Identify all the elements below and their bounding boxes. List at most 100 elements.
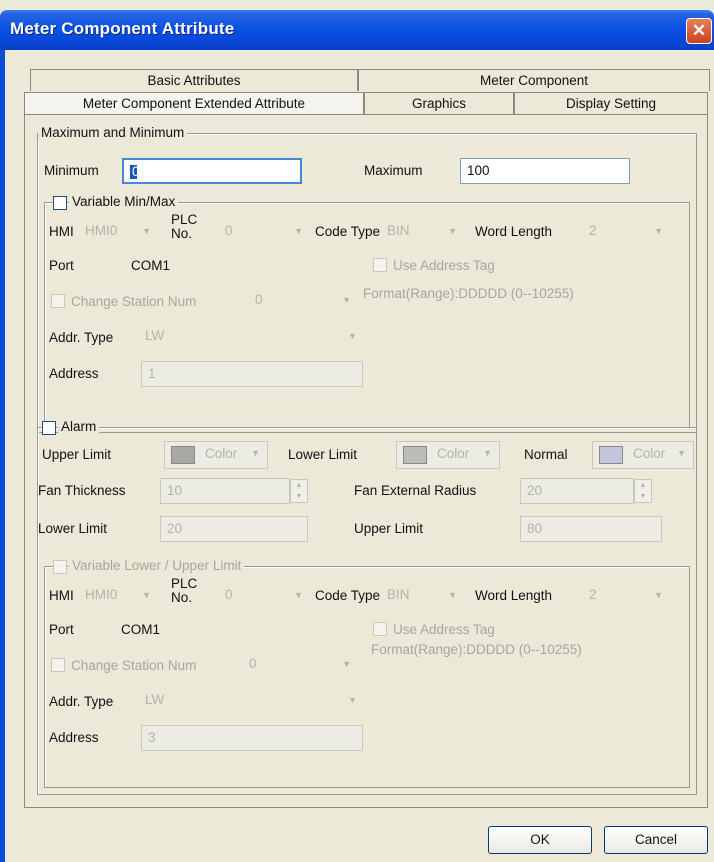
variable-minmax-checkbox[interactable]: [53, 196, 67, 210]
address-input[interactable]: 1: [141, 361, 363, 387]
tab-row-back: Basic Attributes Meter Component: [30, 69, 710, 91]
chevron-down-icon: ▼: [654, 590, 663, 600]
minimum-input[interactable]: 0: [122, 158, 302, 184]
address-input[interactable]: 3: [141, 725, 363, 751]
tab-meter-component-extended[interactable]: Meter Component Extended Attribute: [24, 92, 364, 114]
addr-type-select[interactable]: LW ▼: [141, 689, 363, 713]
port-label: Port: [49, 622, 74, 637]
code-type-select[interactable]: BIN ▼: [383, 584, 463, 608]
title-bar[interactable]: Meter Component Attribute ✕: [0, 10, 714, 50]
tab-graphics[interactable]: Graphics: [364, 92, 514, 114]
alarm-group: Alarm Upper Limit Color ▼ Lower Limit Co…: [37, 419, 697, 795]
addr-type-label: Addr. Type: [49, 694, 114, 709]
cancel-button[interactable]: Cancel: [604, 826, 708, 854]
change-station-checkbox[interactable]: [51, 294, 65, 308]
hmi-label: HMI: [49, 224, 74, 239]
station-select[interactable]: 0 ▼: [251, 289, 357, 313]
chevron-down-icon: ▼: [348, 695, 357, 705]
normal-color-label: Normal: [524, 447, 568, 462]
hmi-label: HMI: [49, 588, 74, 603]
normal-color-button[interactable]: Color ▼: [592, 441, 694, 469]
chevron-down-icon: ▼: [654, 226, 663, 236]
port-value: COM1: [121, 622, 161, 637]
port-label: Port: [49, 258, 74, 273]
word-length-label: Word Length: [475, 224, 553, 239]
tab-meter-component[interactable]: Meter Component: [358, 69, 710, 91]
hmi-value: HMI0: [85, 223, 118, 238]
color-label: Color: [437, 446, 470, 461]
code-type-value: BIN: [387, 223, 410, 238]
normal-color-swatch: [599, 446, 623, 464]
format-range-text: Format(Range):DDDDD (0--10255): [363, 286, 574, 301]
tab-basic-attributes[interactable]: Basic Attributes: [30, 69, 358, 91]
word-length-value: 2: [589, 223, 597, 238]
chevron-down-icon: ▼: [251, 448, 260, 458]
variable-minmax-label: Variable Min/Max: [69, 194, 179, 210]
lower-limit-label: Lower Limit: [38, 521, 108, 536]
station-value: 0: [255, 292, 263, 307]
word-length-value: 2: [589, 587, 597, 602]
alarm-label: Alarm: [58, 419, 100, 435]
variable-limit-checkbox[interactable]: [53, 560, 67, 574]
color-label: Color: [633, 446, 666, 461]
chevron-down-icon: ▼: [448, 590, 457, 600]
upper-limit-color-button[interactable]: Color ▼: [164, 441, 268, 469]
fan-external-radius-label: Fan External Radius: [354, 483, 477, 498]
variable-limit-label: Variable Lower / Upper Limit: [69, 558, 245, 574]
fan-thickness-label: Fan Thickness: [38, 483, 126, 498]
addr-type-select[interactable]: LW ▼: [141, 325, 363, 349]
lower-limit-input[interactable]: 20: [160, 516, 308, 542]
fan-external-radius-input[interactable]: 20: [520, 478, 634, 504]
minimum-value: 0: [132, 164, 140, 179]
tab-panel: Maximum and Minimum Minimum 0 Maximum 10…: [24, 114, 708, 808]
plc-select[interactable]: 0 ▼: [221, 584, 309, 608]
plc-value: 0: [225, 223, 233, 238]
address-label: Address: [49, 730, 99, 745]
upper-limit-color-label: Upper Limit: [42, 447, 112, 462]
hmi-select[interactable]: HMI0 ▼: [81, 584, 157, 608]
spin-up-icon: ▲: [639, 482, 647, 489]
word-length-select[interactable]: 2 ▼: [585, 220, 669, 244]
ok-button[interactable]: OK: [488, 826, 592, 854]
chevron-down-icon: ▼: [142, 226, 151, 236]
variable-limit-group: Variable Lower / Upper Limit HMI HMI0 ▼ P…: [44, 558, 690, 788]
spin-down-icon: ▼: [295, 493, 303, 500]
plc-label: PLC No.: [171, 576, 198, 605]
use-address-tag-checkbox[interactable]: [373, 258, 387, 272]
fan-thickness-spinner[interactable]: ▲ ▼: [290, 479, 308, 503]
change-station-label: Change Station Num: [71, 294, 197, 309]
code-type-select[interactable]: BIN ▼: [383, 220, 463, 244]
alarm-checkbox[interactable]: [42, 421, 56, 435]
tab-display-setting[interactable]: Display Setting: [514, 92, 708, 114]
chevron-down-icon: ▼: [348, 331, 357, 341]
minmax-group: Maximum and Minimum Minimum 0 Maximum 10…: [37, 125, 697, 433]
upper-limit-input[interactable]: 80: [520, 516, 662, 542]
lower-limit-color-button[interactable]: Color ▼: [396, 441, 500, 469]
lower-limit-color-label: Lower Limit: [288, 447, 358, 462]
fan-radius-spinner[interactable]: ▲ ▼: [634, 479, 652, 503]
plc-select[interactable]: 0 ▼: [221, 220, 309, 244]
word-length-select[interactable]: 2 ▼: [585, 584, 669, 608]
port-value: COM1: [131, 258, 171, 273]
close-button[interactable]: ✕: [686, 18, 712, 44]
use-address-tag-checkbox[interactable]: [373, 622, 387, 636]
maximum-input[interactable]: 100: [460, 158, 630, 184]
fan-thickness-input[interactable]: 10: [160, 478, 290, 504]
spin-up-icon: ▲: [295, 482, 303, 489]
addr-type-value: LW: [145, 328, 165, 343]
addr-type-label: Addr. Type: [49, 330, 114, 345]
station-value: 0: [249, 656, 257, 671]
plc-value: 0: [225, 587, 233, 602]
lower-limit-color-swatch: [403, 446, 427, 464]
window-title: Meter Component Attribute: [10, 19, 235, 38]
station-select[interactable]: 0 ▼: [245, 653, 357, 677]
maximum-label: Maximum: [364, 163, 423, 178]
chevron-down-icon: ▼: [342, 659, 351, 669]
change-station-checkbox[interactable]: [51, 658, 65, 672]
tab-row-front: Meter Component Extended Attribute Graph…: [24, 92, 708, 114]
addr-type-value: LW: [145, 692, 165, 707]
hmi-select[interactable]: HMI0 ▼: [81, 220, 157, 244]
code-type-label: Code Type: [315, 224, 381, 239]
minimum-label: Minimum: [44, 163, 99, 178]
word-length-label: Word Length: [475, 588, 553, 603]
